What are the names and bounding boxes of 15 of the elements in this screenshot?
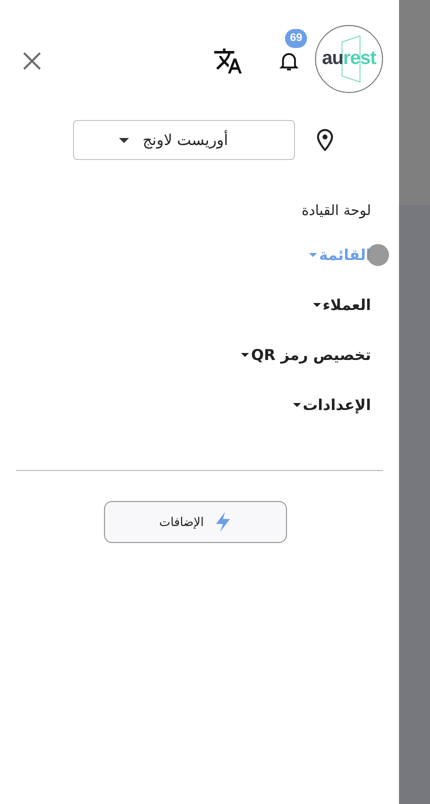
caret-icon	[309, 253, 317, 257]
menu-item[interactable]: العملاء	[312, 280, 389, 330]
menu-item[interactable]: الإعدادات	[292, 380, 389, 430]
menu-item[interactable]: لوحة القيادة	[302, 196, 389, 226]
menu-item[interactable]: تخصيص رمز QR	[241, 330, 389, 380]
translate-button[interactable]	[213, 46, 243, 76]
branch-select[interactable]: أوريست لاونج	[73, 120, 295, 160]
addons-button[interactable]: الإضافات	[104, 501, 287, 543]
caret-icon	[118, 138, 129, 142]
location-pin-icon	[317, 129, 333, 151]
notification-badge: 69	[285, 29, 308, 48]
lightning-icon	[214, 511, 232, 533]
caret-icon	[312, 303, 321, 307]
caret-icon	[292, 403, 301, 407]
caret-icon	[241, 353, 250, 357]
